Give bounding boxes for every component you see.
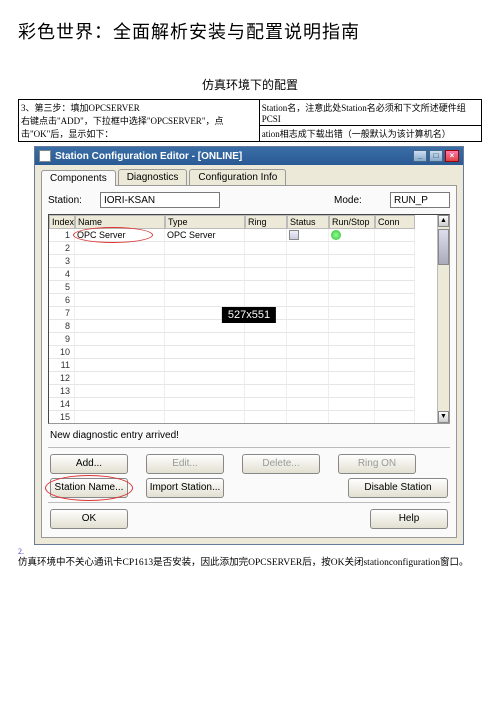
grid-row[interactable]: 9 xyxy=(49,333,449,346)
components-grid[interactable]: Index Name Type Ring Status Run/Stop Con… xyxy=(48,214,450,424)
grid-row[interactable]: 11 xyxy=(49,359,449,372)
instruction-table: 3、第三步：填加OPCSERVER 右键点击"ADD"，下拉框中选择"OPCSE… xyxy=(18,99,482,142)
maximize-button[interactable]: □ xyxy=(429,150,443,162)
cell-index: 10 xyxy=(49,346,75,359)
instr-left-a: 3、第三步：填加OPCSERVER xyxy=(21,101,257,114)
cell-ring xyxy=(245,229,287,242)
app-icon xyxy=(39,150,51,162)
grid-row[interactable]: 3 xyxy=(49,255,449,268)
cell-index: 11 xyxy=(49,359,75,372)
station-label: Station: xyxy=(48,195,94,206)
grid-row[interactable]: 10 xyxy=(49,346,449,359)
scroll-thumb[interactable] xyxy=(438,229,449,265)
add-button[interactable]: Add... xyxy=(50,454,128,474)
cell-index: 5 xyxy=(49,281,75,294)
mode-label: Mode: xyxy=(334,195,380,206)
cell-index: 13 xyxy=(49,385,75,398)
grid-row[interactable]: 5 xyxy=(49,281,449,294)
grid-row[interactable]: 13 xyxy=(49,385,449,398)
delete-button[interactable]: Delete... xyxy=(242,454,320,474)
titlebar[interactable]: Station Configuration Editor - [ONLINE] … xyxy=(35,147,463,165)
cell-conn xyxy=(375,229,415,242)
cell-index: 7 xyxy=(49,307,75,320)
tab-row: Components Diagnostics Configuration Inf… xyxy=(41,169,457,185)
config-window: Station Configuration Editor - [ONLINE] … xyxy=(34,146,464,545)
cell-index: 2 xyxy=(49,242,75,255)
section-title: 仿真环境下的配置 xyxy=(0,76,500,93)
cell-index: 6 xyxy=(49,294,75,307)
divider xyxy=(48,502,450,503)
grid-row[interactable]: 12 xyxy=(49,372,449,385)
grid-row[interactable]: 14 xyxy=(49,398,449,411)
status-icon xyxy=(289,230,299,240)
instr-left-b: 右键点击"ADD"，下拉框中选择"OPCSERVER"，点击"OK"后，显示如下… xyxy=(21,114,257,140)
vertical-scrollbar[interactable]: ▲ ▼ xyxy=(437,215,449,423)
cell-index: 15 xyxy=(49,411,75,424)
cell-type: OPC Server xyxy=(165,229,245,242)
tab-components[interactable]: Components xyxy=(41,170,116,186)
grid-row[interactable]: 1 OPC Server OPC Server xyxy=(49,229,449,242)
minimize-button[interactable]: _ xyxy=(413,150,427,162)
ok-button[interactable]: OK xyxy=(50,509,128,529)
grid-row[interactable]: 4 xyxy=(49,268,449,281)
cell-name: OPC Server xyxy=(75,229,165,242)
components-panel: Station: IORI-KSAN Mode: RUN_P Index Nam… xyxy=(41,185,457,538)
grid-row[interactable]: 15 xyxy=(49,411,449,424)
help-button[interactable]: Help xyxy=(370,509,448,529)
run-icon xyxy=(331,230,341,240)
col-name[interactable]: Name xyxy=(75,215,165,229)
instr-right-b: ation相志成下载出错（一般默认为该计算机名） xyxy=(259,126,481,142)
divider xyxy=(48,447,450,448)
footnote-text: 仿真环境中不关心通讯卡CP1613是否安装，因此添加完OPCSERVER后，按O… xyxy=(18,556,482,570)
page-title: 彩色世界：全面解析安装与配置说明指南 xyxy=(0,0,500,54)
ring-on-button[interactable]: Ring ON xyxy=(338,454,416,474)
footnote-number: 2. xyxy=(18,547,482,556)
cell-runstop xyxy=(329,229,375,242)
col-type[interactable]: Type xyxy=(165,215,245,229)
disable-station-button[interactable]: Disable Station xyxy=(348,478,448,498)
cell-index: 8 xyxy=(49,320,75,333)
instr-right-a: Station名，注意此处Station名必须和下文所述硬件组PCSI xyxy=(259,100,481,126)
scroll-down-button[interactable]: ▼ xyxy=(438,411,449,423)
cell-index: 4 xyxy=(49,268,75,281)
cell-index: 3 xyxy=(49,255,75,268)
cell-index: 1 xyxy=(49,229,75,242)
grid-row[interactable]: 2 xyxy=(49,242,449,255)
col-runstop[interactable]: Run/Stop xyxy=(329,215,375,229)
window-title: Station Configuration Editor - [ONLINE] xyxy=(55,151,242,162)
scroll-up-button[interactable]: ▲ xyxy=(438,215,449,227)
tab-diagnostics[interactable]: Diagnostics xyxy=(118,169,188,185)
diagnostic-text: New diagnostic entry arrived! xyxy=(50,430,450,441)
image-dimension-overlay: 527x551 xyxy=(222,307,276,323)
station-name-button[interactable]: Station Name... xyxy=(50,478,128,498)
col-ring[interactable]: Ring xyxy=(245,215,287,229)
mode-field[interactable]: RUN_P xyxy=(390,192,450,208)
col-status[interactable]: Status xyxy=(287,215,329,229)
cell-status xyxy=(287,229,329,242)
tab-config-info[interactable]: Configuration Info xyxy=(189,169,286,185)
edit-button[interactable]: Edit... xyxy=(146,454,224,474)
station-field[interactable]: IORI-KSAN xyxy=(100,192,220,208)
close-button[interactable]: × xyxy=(445,150,459,162)
cell-index: 14 xyxy=(49,398,75,411)
col-conn[interactable]: Conn xyxy=(375,215,415,229)
grid-row[interactable]: 6 xyxy=(49,294,449,307)
import-station-button[interactable]: Import Station... xyxy=(146,478,224,498)
col-index[interactable]: Index xyxy=(49,215,75,229)
cell-index: 12 xyxy=(49,372,75,385)
cell-index: 9 xyxy=(49,333,75,346)
grid-header: Index Name Type Ring Status Run/Stop Con… xyxy=(49,215,449,229)
